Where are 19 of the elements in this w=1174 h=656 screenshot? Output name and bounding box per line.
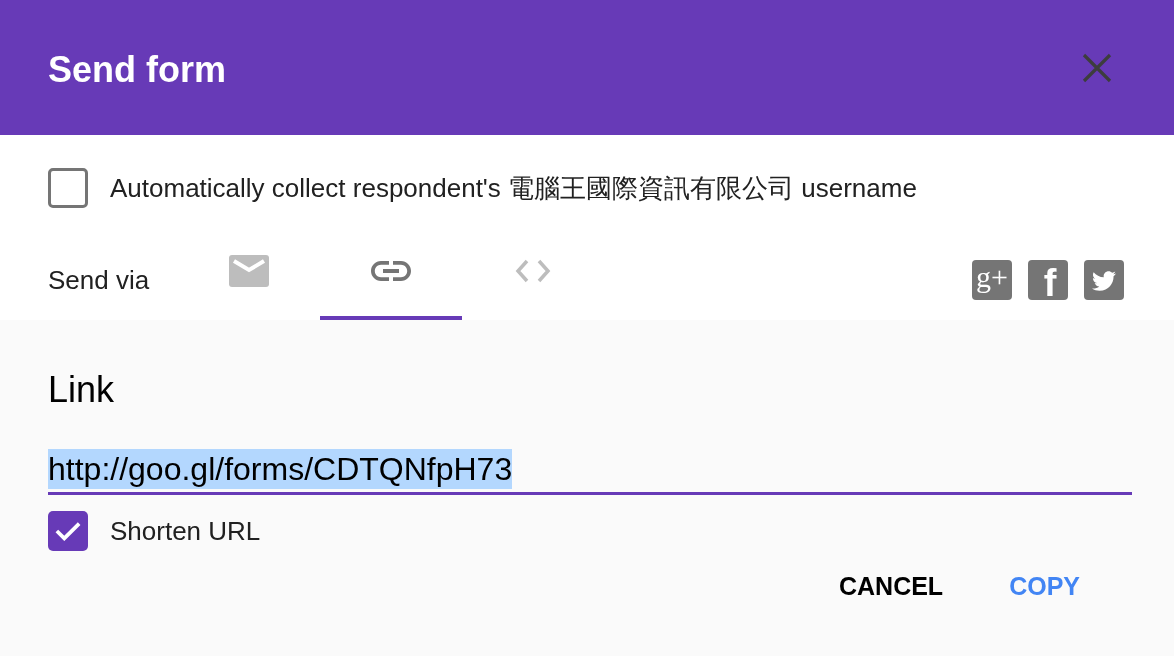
- copy-button[interactable]: COPY: [993, 563, 1096, 611]
- bird-icon: [1084, 260, 1124, 300]
- share-button[interactable]: [1084, 260, 1124, 300]
- envelope-icon: [229, 255, 269, 287]
- checkbox[interactable]: [48, 511, 88, 551]
- link-heading: Link: [48, 369, 115, 411]
- close-icon: [1082, 52, 1112, 83]
- cancel-button[interactable]: CANCEL: [822, 563, 960, 611]
- code-icon: [513, 259, 553, 283]
- checkbox[interactable]: [48, 168, 88, 208]
- checkbox-label: Automatically collect respondent's 電腦王國際資訊有限公司 username: [110, 171, 917, 205]
- dialog-title: Send form: [48, 47, 226, 88]
- url-field[interactable]: http://goo.gl/forms/CDTQNfpH73: [48, 449, 1132, 495]
- share-button[interactable]: g+: [972, 260, 1012, 300]
- share-button[interactable]: f: [1028, 260, 1068, 300]
- send-via-label: Send via: [48, 263, 150, 297]
- check-icon: [55, 521, 81, 541]
- checkbox-label: Shorten URL: [110, 514, 261, 548]
- link-icon: [371, 261, 411, 281]
